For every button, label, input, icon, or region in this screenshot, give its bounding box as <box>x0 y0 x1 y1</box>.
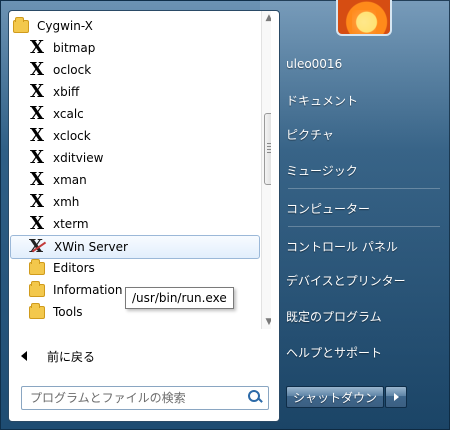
program-label: xcalc <box>53 107 84 121</box>
folder-label: Editors <box>53 261 95 275</box>
start-menu: Cygwin-X X bitmap X oclock X xbiff X xca… <box>0 0 450 430</box>
scroll-up-arrow-icon[interactable]: ▲ <box>262 11 271 25</box>
program-item[interactable]: X bitmap <box>27 37 271 59</box>
right-item-documents[interactable]: ドキュメント <box>286 90 358 110</box>
search-box[interactable] <box>21 386 269 410</box>
right-item-label: ヘルプとサポート <box>286 345 383 360</box>
program-label: oclock <box>53 63 92 77</box>
program-label: XWin Server <box>54 240 128 254</box>
scroll-grip-icon <box>267 143 271 153</box>
program-label: bitmap <box>53 41 96 55</box>
right-item-label: コンピューター <box>286 201 371 216</box>
search-icon[interactable] <box>248 390 262 404</box>
program-label: xditview <box>53 151 104 165</box>
right-separator <box>288 226 440 227</box>
right-item-label: ミュージック <box>286 163 358 178</box>
program-item[interactable]: X xclock <box>27 125 271 147</box>
program-label: xterm <box>53 217 89 231</box>
x-icon: X <box>30 191 44 212</box>
right-item-label: コントロール パネル <box>286 239 398 254</box>
username-label: uleo0016 <box>286 57 343 71</box>
folder-icon <box>27 302 47 321</box>
x-icon: X <box>30 81 44 102</box>
folder-icon <box>11 16 31 35</box>
shutdown-options-button[interactable] <box>385 386 407 408</box>
program-item[interactable]: X oclock <box>27 59 271 81</box>
x-icon: X <box>30 37 44 58</box>
right-separator <box>288 188 440 189</box>
shutdown-label: シャットダウン <box>292 390 377 405</box>
program-item[interactable]: X xman <box>27 169 271 191</box>
right-item-control-panel[interactable]: コントロール パネル <box>286 236 398 256</box>
right-item-music[interactable]: ミュージック <box>286 160 358 180</box>
x-icon: X <box>30 59 44 80</box>
program-item[interactable]: X xcalc <box>27 103 271 125</box>
right-item-pictures[interactable]: ピクチャ <box>286 124 334 144</box>
back-button[interactable]: 前に戻る <box>17 345 271 367</box>
folder-cygwin-x[interactable]: Cygwin-X <box>11 15 259 37</box>
programs-scrollbar[interactable]: ▲ ▼ <box>261 11 271 329</box>
folder-icon <box>27 258 47 277</box>
folder-label: Information <box>53 283 123 297</box>
program-label: xbiff <box>53 85 80 99</box>
avatar-highlight <box>352 10 376 34</box>
user-avatar[interactable] <box>336 0 392 36</box>
right-item-help-support[interactable]: ヘルプとサポート <box>286 342 382 362</box>
x-icon: X <box>30 169 44 190</box>
right-item-username[interactable]: uleo0016 <box>286 54 342 74</box>
x-icon: X <box>30 147 44 168</box>
xwin-server-icon: X <box>28 236 48 257</box>
shutdown-button[interactable]: シャットダウン <box>286 386 384 408</box>
program-item[interactable]: X xterm <box>27 213 271 235</box>
right-item-devices-printers[interactable]: デバイスとプリンター <box>286 270 406 290</box>
program-label: xmh <box>53 195 80 209</box>
left-pane: Cygwin-X X bitmap X oclock X xbiff X xca… <box>8 10 280 422</box>
right-item-label: ドキュメント <box>286 93 359 108</box>
x-icon: X <box>30 103 44 124</box>
right-item-computer[interactable]: コンピューター <box>286 198 370 218</box>
scroll-thumb[interactable] <box>264 113 271 185</box>
program-item[interactable]: X xbiff <box>27 81 271 103</box>
program-item[interactable]: X xditview <box>27 147 271 169</box>
x-icon: X <box>30 213 44 234</box>
back-arrow-icon <box>21 351 27 361</box>
tooltip: /usr/bin/run.exe <box>125 287 234 309</box>
folder-label: Cygwin-X <box>37 19 93 33</box>
x-icon: X <box>30 125 44 146</box>
program-label: xclock <box>53 129 91 143</box>
right-item-label: 既定のプログラム <box>286 309 382 324</box>
chevron-right-icon <box>393 393 399 401</box>
folder-item-editors[interactable]: Editors <box>27 257 271 279</box>
right-item-label: デバイスとプリンター <box>286 273 406 288</box>
programs-list: Cygwin-X X bitmap X oclock X xbiff X xca… <box>9 11 271 329</box>
folder-label: Tools <box>53 305 83 319</box>
folder-icon <box>27 280 47 299</box>
program-label: xman <box>53 173 87 187</box>
program-item[interactable]: X xmh <box>27 191 271 213</box>
right-item-label: ピクチャ <box>286 127 334 142</box>
right-item-default-programs[interactable]: 既定のプログラム <box>286 306 382 326</box>
program-item-xwin-server[interactable]: X XWin Server <box>10 235 260 259</box>
back-label: 前に戻る <box>47 349 96 364</box>
search-input[interactable] <box>28 388 242 408</box>
scroll-down-arrow-icon[interactable]: ▼ <box>262 315 271 329</box>
